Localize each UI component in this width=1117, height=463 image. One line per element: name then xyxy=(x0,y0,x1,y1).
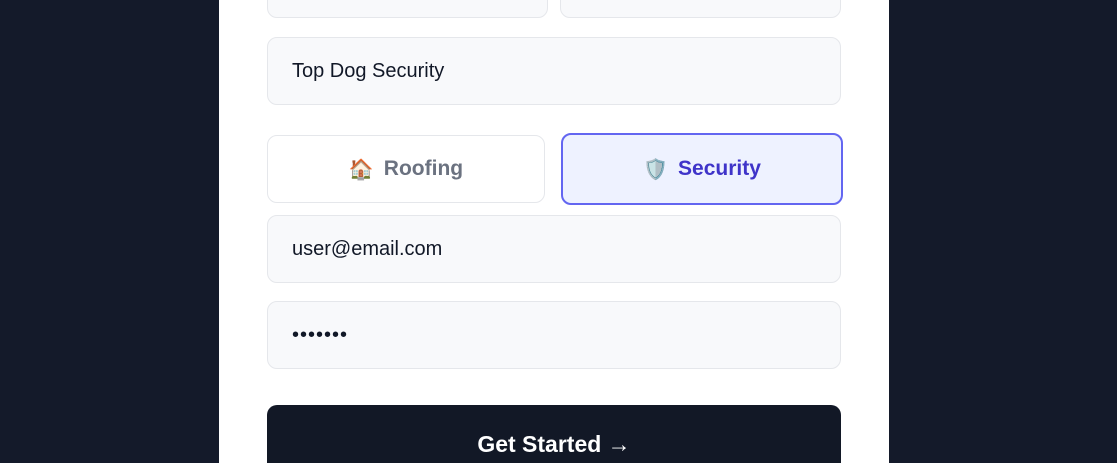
company-name-field[interactable]: Top Dog Security xyxy=(267,37,841,105)
page-background: Top Dog Security 🏠 Roofing 🛡️ Security u… xyxy=(0,0,1117,463)
company-name-value: Top Dog Security xyxy=(292,59,445,82)
shield-icon: 🛡️ xyxy=(643,158,669,181)
house-icon: 🏠 xyxy=(348,158,374,181)
get-started-label: Get Started → xyxy=(477,431,631,457)
email-field[interactable]: user@email.com xyxy=(267,215,841,283)
password-value: ••••••• xyxy=(292,323,349,346)
first-name-field[interactable] xyxy=(267,0,548,18)
email-value: user@email.com xyxy=(292,237,443,260)
industry-option-label: Roofing xyxy=(383,157,464,180)
last-name-field[interactable] xyxy=(560,0,841,18)
industry-option-label: Security xyxy=(678,157,761,180)
get-started-button[interactable]: Get Started → xyxy=(267,405,841,463)
signup-card: Top Dog Security 🏠 Roofing 🛡️ Security u… xyxy=(219,0,889,463)
industry-option-security[interactable]: 🛡️ Security xyxy=(561,133,843,205)
industry-option-roofing[interactable]: 🏠 Roofing xyxy=(267,135,545,203)
password-field[interactable]: ••••••• xyxy=(267,301,841,369)
